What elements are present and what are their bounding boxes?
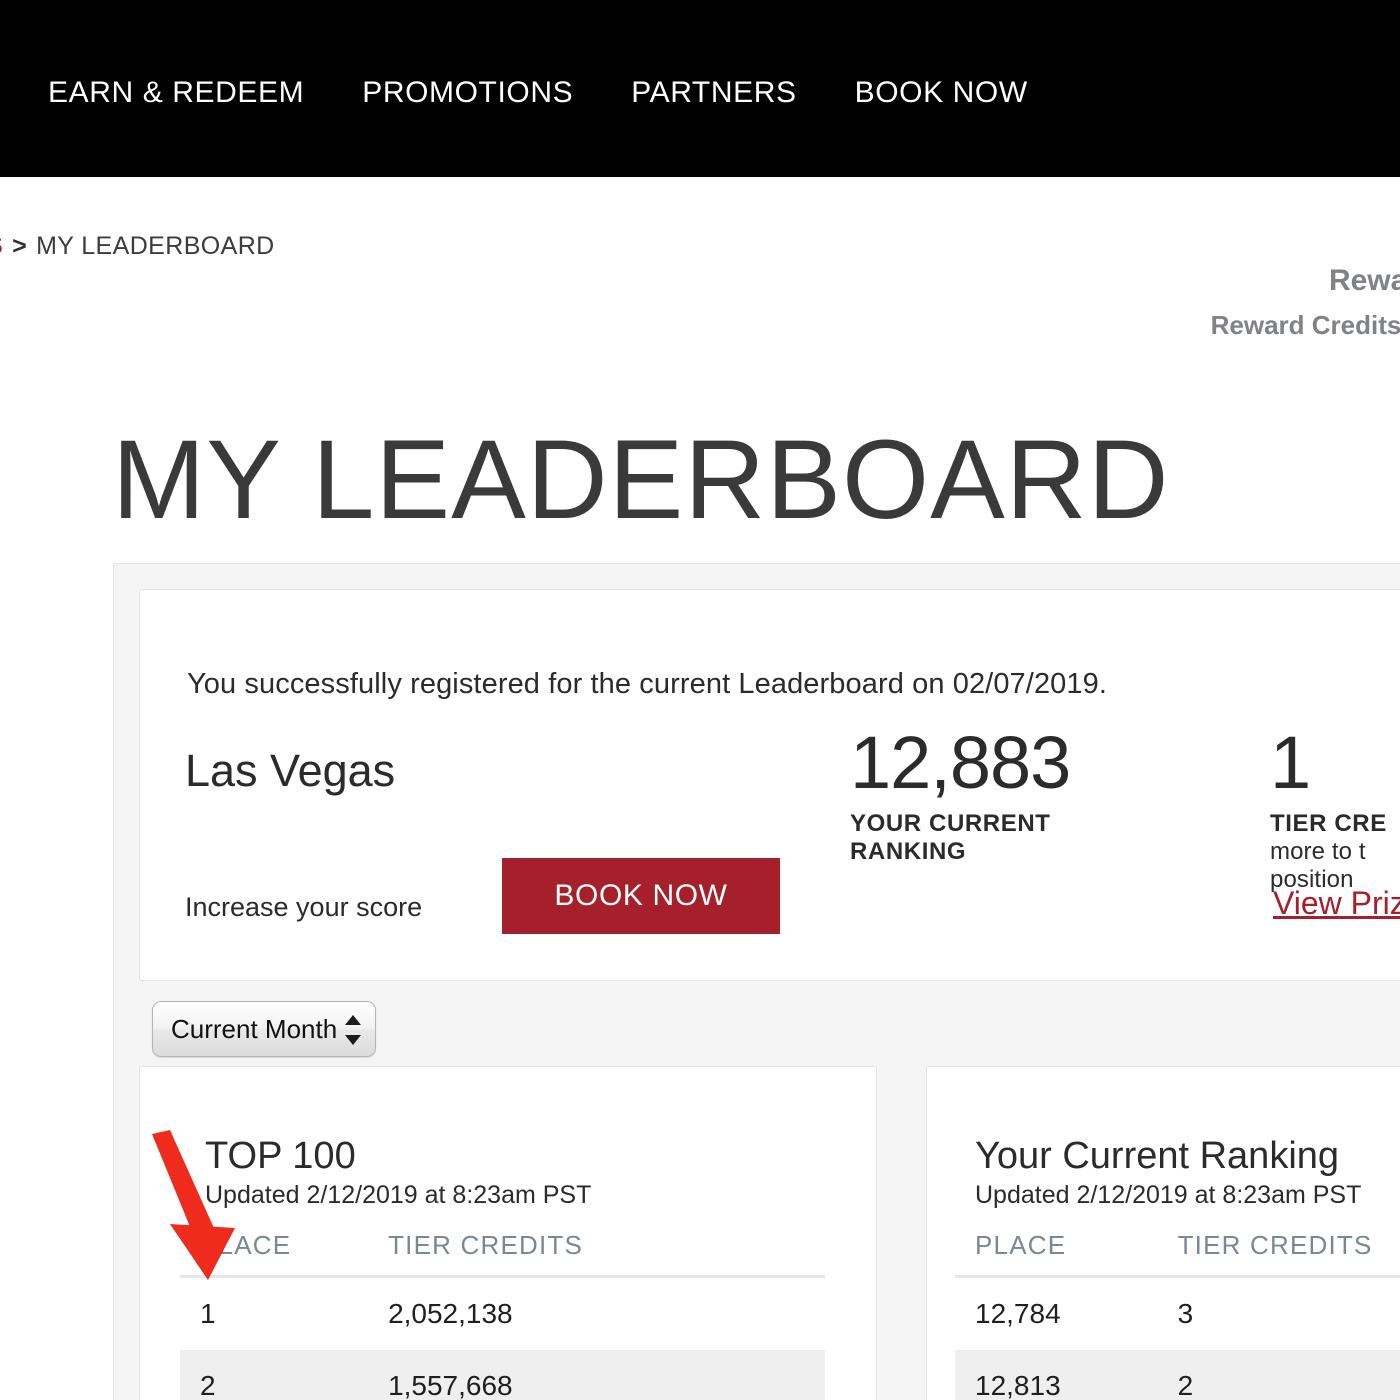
table-cell-place: 1 [180,1277,388,1351]
view-prize-link[interactable]: View Prize [1273,885,1400,922]
account-program-name: Rewards [1211,259,1400,303]
sidebar-item-statement-two[interactable]: TEMENT [0,1064,104,1093]
page-title: MY LEADERBOARD [112,416,1170,544]
account-greeting: HE [1211,214,1400,258]
table-cell-place: 2 [180,1350,388,1400]
sidebar-item-rewards[interactable]: WARDS [0,668,104,697]
table-cell-credits: 3 [1178,1277,1400,1351]
tier-credits-value: 1 [1270,722,1387,804]
your-ranking-col-credits: TIER CREDITS [1178,1222,1400,1277]
tier-credits-label: TIER CRE [1270,810,1387,838]
account-header: HE Rewards Reward Credits: [1211,214,1400,345]
your-ranking-col-place: PLACE [955,1222,1178,1277]
increase-score-label: Increase your score [185,892,422,923]
current-ranking-value: 12,883 [850,722,1070,804]
table-cell-credits: 2 [1178,1350,1400,1400]
sidebar-item-promotions[interactable]: ONS [0,800,104,829]
sidebar-item-offers[interactable]: S [0,866,104,895]
top-navigation-items: EFITS EARN & REDEEM PROMOTIONS PARTNERS … [0,72,1086,114]
sidebar-item-leaderboard[interactable]: OARD [0,602,104,631]
tier-credits-stat: 1 TIER CRE more to t position [1270,722,1387,894]
table-header-row: PLACE TIER CREDITS [180,1222,825,1277]
current-ranking-stat: 12,883 YOUR CURRENT RANKING [850,722,1070,866]
your-ranking-title: Your Current Ranking [975,1135,1339,1178]
leaderboard-city-name: Las Vegas [185,745,395,797]
nav-item-book-now[interactable]: BOOK NOW [855,72,1028,114]
breadcrumb-separator: > [12,232,27,261]
table-cell-credits: 1,557,668 [388,1350,825,1400]
breadcrumb: WARDS > MY LEADERBOARD [0,232,275,261]
table-row[interactable]: 12,813 2 [955,1350,1400,1400]
tier-credits-subline-1: more to t [1270,838,1387,866]
sidebar-item-statement-one[interactable]: TEMENT [0,998,104,1027]
leaderboard-summary-card: You successfully registered for the curr… [139,589,1400,981]
leaderboard-content-shell: You successfully registered for the curr… [113,563,1400,1400]
breadcrumb-parent-link[interactable]: WARDS [0,232,3,261]
top100-card: TOP 100 Updated 2/12/2019 at 8:23am PST … [139,1066,877,1400]
sidebar-navigation: OARD WARDS ONS S TEMENT TEMENT T RAP UP [0,580,104,1400]
nav-item-promotions[interactable]: PROMOTIONS [362,72,573,114]
table-row[interactable]: 12,784 3 [955,1277,1400,1351]
your-ranking-card: Your Current Ranking Updated 2/12/2019 a… [926,1066,1400,1400]
top100-col-place: PLACE [180,1222,388,1277]
breadcrumb-current: MY LEADERBOARD [36,232,275,261]
top100-col-credits: TIER CREDITS [388,1222,825,1277]
your-ranking-table: PLACE TIER CREDITS 12,784 3 12,813 2 [955,1222,1400,1400]
table-cell-place: 12,813 [955,1350,1178,1400]
page-root: EFITS EARN & REDEEM PROMOTIONS PARTNERS … [0,0,1400,1400]
table-row[interactable]: 1 2,052,138 [180,1277,825,1351]
your-ranking-updated-text: Updated 2/12/2019 at 8:23am PST [975,1181,1361,1210]
top100-updated-text: Updated 2/12/2019 at 8:23am PST [205,1181,591,1210]
sidebar-item-year-wrap-up[interactable]: RAP UP [0,1196,104,1225]
period-select-value: Current Month [171,1014,337,1045]
top100-title: TOP 100 [205,1135,356,1178]
table-header-row: PLACE TIER CREDITS [955,1222,1400,1277]
nav-item-partners[interactable]: PARTNERS [631,72,796,114]
table-row[interactable]: 2 1,557,668 [180,1350,825,1400]
top-navigation-bar: EFITS EARN & REDEEM PROMOTIONS PARTNERS … [0,0,1400,177]
nav-item-earn-redeem[interactable]: EARN & REDEEM [48,72,304,114]
registration-message: You successfully registered for the curr… [187,668,1107,701]
stepper-arrows-icon [345,1013,361,1047]
period-select[interactable]: Current Month [152,1001,376,1057]
current-ranking-label-line2: RANKING [850,838,1070,866]
current-ranking-label-line1: YOUR CURRENT [850,810,1070,838]
sidebar-item-account[interactable]: T [0,1130,104,1159]
table-cell-credits: 2,052,138 [388,1277,825,1351]
book-now-button[interactable]: BOOK NOW [502,858,780,934]
account-credits-label: Reward Credits: [1211,305,1400,345]
table-cell-place: 12,784 [955,1277,1178,1351]
top100-table: PLACE TIER CREDITS 1 2,052,138 2 1,557,6… [180,1222,825,1400]
